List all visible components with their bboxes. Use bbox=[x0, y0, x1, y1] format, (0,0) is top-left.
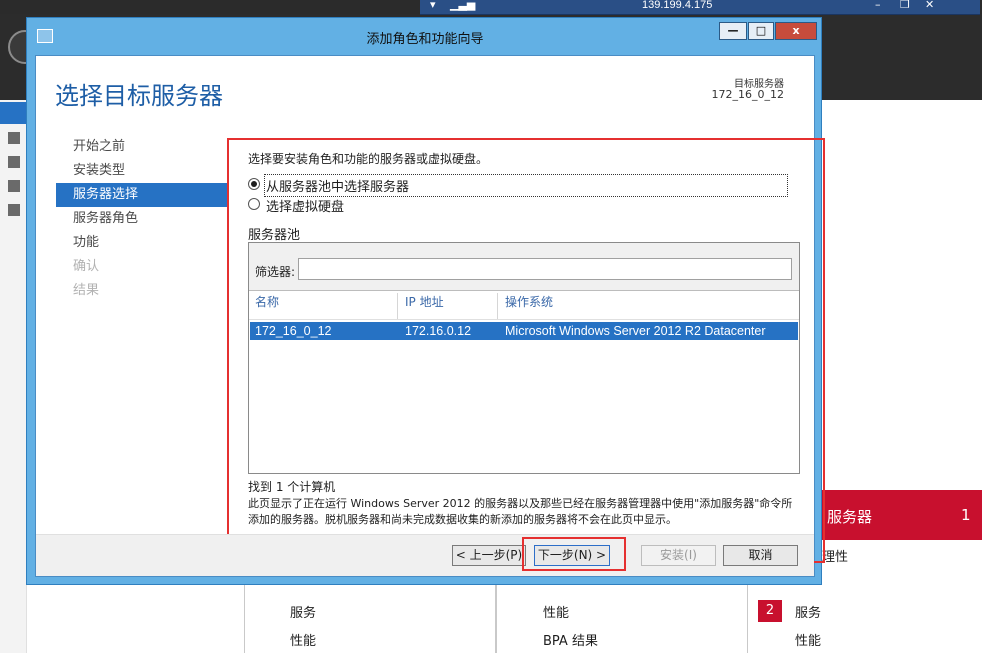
destination-server-value: 172_16_0_12 bbox=[711, 88, 785, 101]
dashboard-nav-item[interactable] bbox=[0, 102, 26, 124]
next-button-highlight bbox=[522, 537, 626, 571]
rdp-restore-icon[interactable]: ❐ bbox=[900, 0, 910, 11]
services-count-badge: 2 bbox=[758, 600, 782, 622]
step-server-roles[interactable]: 服务器角色 bbox=[56, 207, 228, 231]
tile-item-manageability[interactable]: 理性 bbox=[822, 546, 848, 565]
tile-left bbox=[244, 585, 496, 653]
tile-middle-bpa[interactable]: BPA 结果 bbox=[543, 630, 598, 649]
wizard-footer: < 上一步(P) 下一步(N) > 安装(I) 取消 bbox=[36, 535, 814, 576]
step-installation-type[interactable]: 安装类型 bbox=[56, 159, 228, 183]
servers-tile-count: 1 bbox=[961, 506, 971, 524]
tile-left-performance[interactable]: 性能 bbox=[290, 630, 316, 649]
window-title: 添加角色和功能向导 bbox=[366, 32, 484, 47]
servers-tile-header[interactable]: 服务器 1 bbox=[820, 490, 982, 540]
step-before-you-begin[interactable]: 开始之前 bbox=[56, 135, 228, 159]
tile-left-services[interactable]: 服务 bbox=[290, 602, 316, 621]
servers-tile-title: 服务器 bbox=[827, 508, 873, 526]
step-features[interactable]: 功能 bbox=[56, 231, 228, 255]
file-services-icon[interactable] bbox=[8, 204, 20, 216]
install-button: 安装(I) bbox=[641, 545, 716, 566]
wizard-steps: 开始之前 安装类型 服务器选择 服务器角色 功能 确认 结果 bbox=[56, 135, 228, 303]
server-manager-right-panel bbox=[820, 100, 982, 653]
tile-item-services[interactable]: 服务 bbox=[795, 602, 821, 621]
step-server-selection[interactable]: 服务器选择 bbox=[56, 183, 228, 207]
cancel-button[interactable]: 取消 bbox=[723, 545, 798, 566]
close-button[interactable]: x bbox=[775, 22, 817, 40]
add-roles-wizard-window: 添加角色和功能向导 — □ x 选择目标服务器 目标服务器 172_16_0_1… bbox=[26, 17, 825, 585]
previous-button[interactable]: < 上一步(P) bbox=[452, 545, 526, 566]
step-confirmation: 确认 bbox=[73, 259, 100, 274]
content-highlight-box bbox=[227, 138, 825, 563]
all-servers-icon[interactable] bbox=[8, 156, 20, 168]
local-server-icon[interactable] bbox=[8, 132, 20, 144]
tile-middle bbox=[496, 585, 748, 653]
tile-middle-performance[interactable]: 性能 bbox=[543, 602, 569, 621]
remote-desktop-bar: ▾ ▁▃▅ 139.199.4.175 – ❐ ✕ bbox=[420, 0, 980, 15]
rdp-close-icon[interactable]: ✕ bbox=[925, 0, 934, 11]
signal-icon: ▁▃▅ bbox=[450, 0, 476, 11]
maximize-button[interactable]: □ bbox=[748, 22, 774, 40]
minimize-button[interactable]: — bbox=[719, 22, 747, 40]
rdp-minimize-icon[interactable]: – bbox=[875, 0, 881, 11]
roles-icon[interactable] bbox=[8, 180, 20, 192]
tile-item-performance[interactable]: 性能 bbox=[795, 630, 821, 649]
server-manager-nav bbox=[0, 100, 27, 653]
pin-icon[interactable]: ▾ bbox=[430, 0, 436, 11]
wizard-client-area: 选择目标服务器 目标服务器 172_16_0_12 开始之前 安装类型 服务器选… bbox=[35, 55, 825, 577]
page-title: 选择目标服务器 bbox=[55, 82, 223, 110]
step-results: 结果 bbox=[73, 283, 100, 298]
remote-ip: 139.199.4.175 bbox=[642, 0, 713, 11]
